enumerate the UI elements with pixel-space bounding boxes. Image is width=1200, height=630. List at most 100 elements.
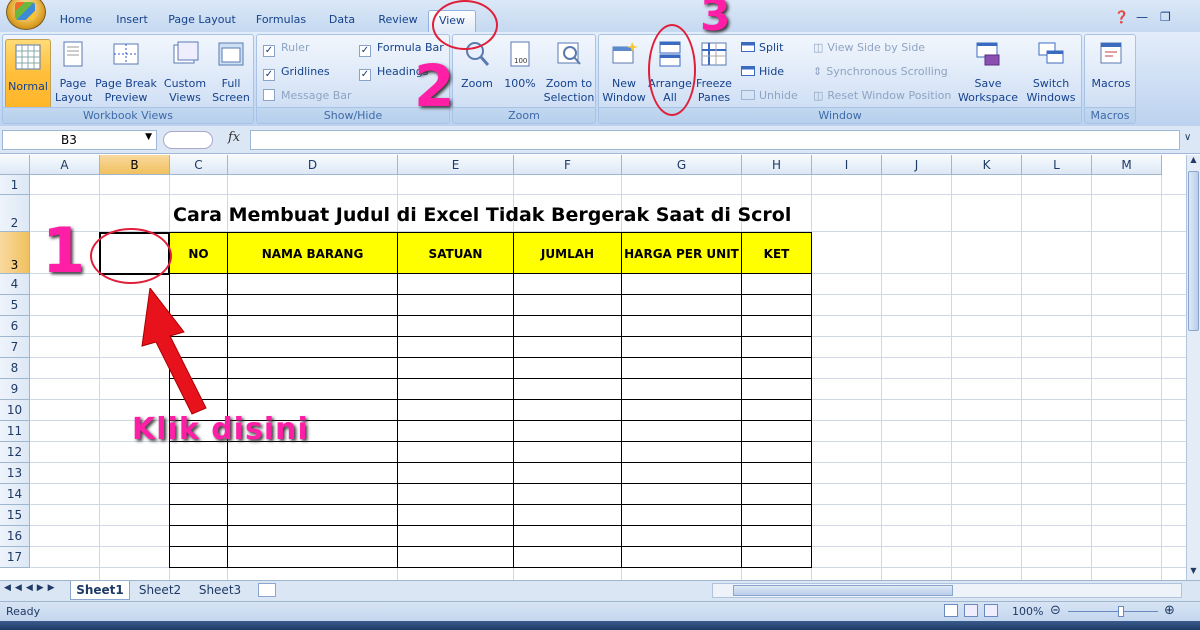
table-cell[interactable] — [621, 462, 742, 484]
table-cell[interactable] — [741, 483, 812, 505]
unhide-button[interactable]: Unhide — [741, 89, 798, 103]
column-header-m[interactable]: M — [1092, 155, 1162, 175]
freeze-panes-button[interactable]: Freeze Panes — [695, 39, 733, 105]
column-header-f[interactable]: F — [514, 155, 622, 175]
row-header-17[interactable]: 17 — [0, 547, 30, 568]
table-cell[interactable] — [227, 504, 398, 526]
zoom-to-selection-button[interactable]: Zoom to Selection — [543, 39, 595, 105]
table-cell[interactable] — [741, 546, 812, 568]
table-cell[interactable] — [169, 546, 228, 568]
help-icon[interactable]: ❓ — [1114, 10, 1129, 24]
table-cell[interactable] — [397, 294, 514, 316]
table-cell[interactable] — [513, 441, 622, 463]
switch-windows-button[interactable]: Switch Windows — [1023, 39, 1079, 105]
hide-button[interactable]: Hide — [741, 65, 784, 79]
table-cell[interactable] — [397, 462, 514, 484]
table-cell[interactable] — [513, 399, 622, 421]
row-header-4[interactable]: 4 — [0, 274, 30, 295]
row-header-12[interactable]: 12 — [0, 442, 30, 463]
table-cell[interactable] — [741, 336, 812, 358]
table-cell[interactable] — [741, 525, 812, 547]
vertical-scroll-thumb[interactable] — [1188, 171, 1199, 331]
table-cell[interactable] — [513, 357, 622, 379]
table-cell[interactable] — [227, 336, 398, 358]
row-header-16[interactable]: 16 — [0, 526, 30, 547]
table-cell[interactable] — [621, 294, 742, 316]
normal-view-button[interactable]: Normal — [5, 39, 51, 109]
row-header-13[interactable]: 13 — [0, 463, 30, 484]
tab-data[interactable]: Data — [324, 10, 360, 32]
zoom-out-icon[interactable]: ⊝ — [1050, 603, 1061, 618]
zoom-100-button[interactable]: 100 100% — [501, 39, 539, 91]
table-cell[interactable] — [397, 336, 514, 358]
table-cell[interactable] — [621, 546, 742, 568]
column-header-b[interactable]: B — [100, 155, 170, 175]
table-cell[interactable] — [621, 273, 742, 295]
page-break-preview-button[interactable]: Page Break Preview — [95, 39, 157, 105]
reset-window-position-button[interactable]: ◫ Reset Window Position — [813, 89, 951, 103]
table-header-cell[interactable]: HARGA PER UNIT — [621, 232, 742, 274]
table-cell[interactable] — [397, 378, 514, 400]
sheet-nav-icons[interactable]: ◀◀◀▶▶ — [4, 583, 59, 593]
table-cell[interactable] — [741, 399, 812, 421]
page-break-status-icon[interactable] — [984, 604, 998, 617]
table-cell[interactable] — [513, 525, 622, 547]
column-header-e[interactable]: E — [398, 155, 514, 175]
table-cell[interactable] — [227, 273, 398, 295]
table-cell[interactable] — [621, 357, 742, 379]
column-header-g[interactable]: G — [622, 155, 742, 175]
row-header-5[interactable]: 5 — [0, 295, 30, 316]
restore-icon[interactable]: ❐ — [1160, 10, 1171, 24]
table-cell[interactable] — [621, 504, 742, 526]
zoom-in-icon[interactable]: ⊕ — [1164, 603, 1175, 618]
table-cell[interactable] — [741, 294, 812, 316]
message-bar-checkbox[interactable]: Message Bar — [263, 89, 352, 103]
table-cell[interactable] — [227, 294, 398, 316]
table-cell[interactable] — [227, 483, 398, 505]
table-header-cell[interactable]: KET — [741, 232, 812, 274]
horizontal-scroll-thumb[interactable] — [733, 585, 953, 596]
table-cell[interactable] — [741, 504, 812, 526]
table-cell[interactable] — [621, 525, 742, 547]
table-cell[interactable] — [397, 357, 514, 379]
table-cell[interactable] — [397, 441, 514, 463]
scroll-down-icon[interactable]: ▼ — [1187, 566, 1200, 580]
table-cell[interactable] — [169, 483, 228, 505]
row-header-8[interactable]: 8 — [0, 358, 30, 379]
row-header-3[interactable]: 3 — [0, 232, 30, 274]
table-cell[interactable] — [741, 441, 812, 463]
custom-views-button[interactable]: Custom Views — [163, 39, 207, 105]
table-cell[interactable] — [397, 420, 514, 442]
synchronous-scrolling-button[interactable]: ⇕ Synchronous Scrolling — [813, 65, 948, 79]
macros-button[interactable]: Macros — [1087, 39, 1135, 91]
row-header-2[interactable]: 2 — [0, 195, 30, 232]
table-header-cell[interactable]: SATUAN — [397, 232, 514, 274]
table-cell[interactable] — [169, 504, 228, 526]
table-cell[interactable] — [227, 462, 398, 484]
scroll-up-icon[interactable]: ▲ — [1187, 155, 1200, 169]
normal-view-status-icon[interactable] — [944, 604, 958, 617]
sheet-tab-1[interactable]: Sheet1 — [70, 581, 130, 600]
tab-review[interactable]: Review — [374, 10, 422, 32]
sheet-title[interactable]: Cara Membuat Judul di Excel Tidak Berger… — [173, 204, 791, 226]
table-cell[interactable] — [513, 420, 622, 442]
table-cell[interactable] — [397, 483, 514, 505]
sheet-tab-3[interactable]: Sheet3 — [192, 581, 248, 600]
zoom-slider-thumb[interactable] — [1118, 606, 1124, 617]
ruler-checkbox[interactable]: ✓ Ruler — [263, 41, 309, 57]
table-cell[interactable] — [397, 399, 514, 421]
table-cell[interactable] — [741, 315, 812, 337]
table-cell[interactable] — [513, 315, 622, 337]
table-header-cell[interactable]: NAMA BARANG — [227, 232, 398, 274]
vertical-scrollbar[interactable]: ▲ ▼ — [1186, 155, 1200, 580]
table-cell[interactable] — [513, 273, 622, 295]
tab-home[interactable]: Home — [56, 10, 96, 32]
zoom-slider[interactable] — [1068, 611, 1158, 612]
tab-insert[interactable]: Insert — [110, 10, 154, 32]
table-cell[interactable] — [621, 441, 742, 463]
column-header-k[interactable]: K — [952, 155, 1022, 175]
table-cell[interactable] — [397, 315, 514, 337]
table-cell[interactable] — [397, 504, 514, 526]
table-cell[interactable] — [621, 378, 742, 400]
minimize-icon[interactable]: — — [1136, 10, 1148, 24]
